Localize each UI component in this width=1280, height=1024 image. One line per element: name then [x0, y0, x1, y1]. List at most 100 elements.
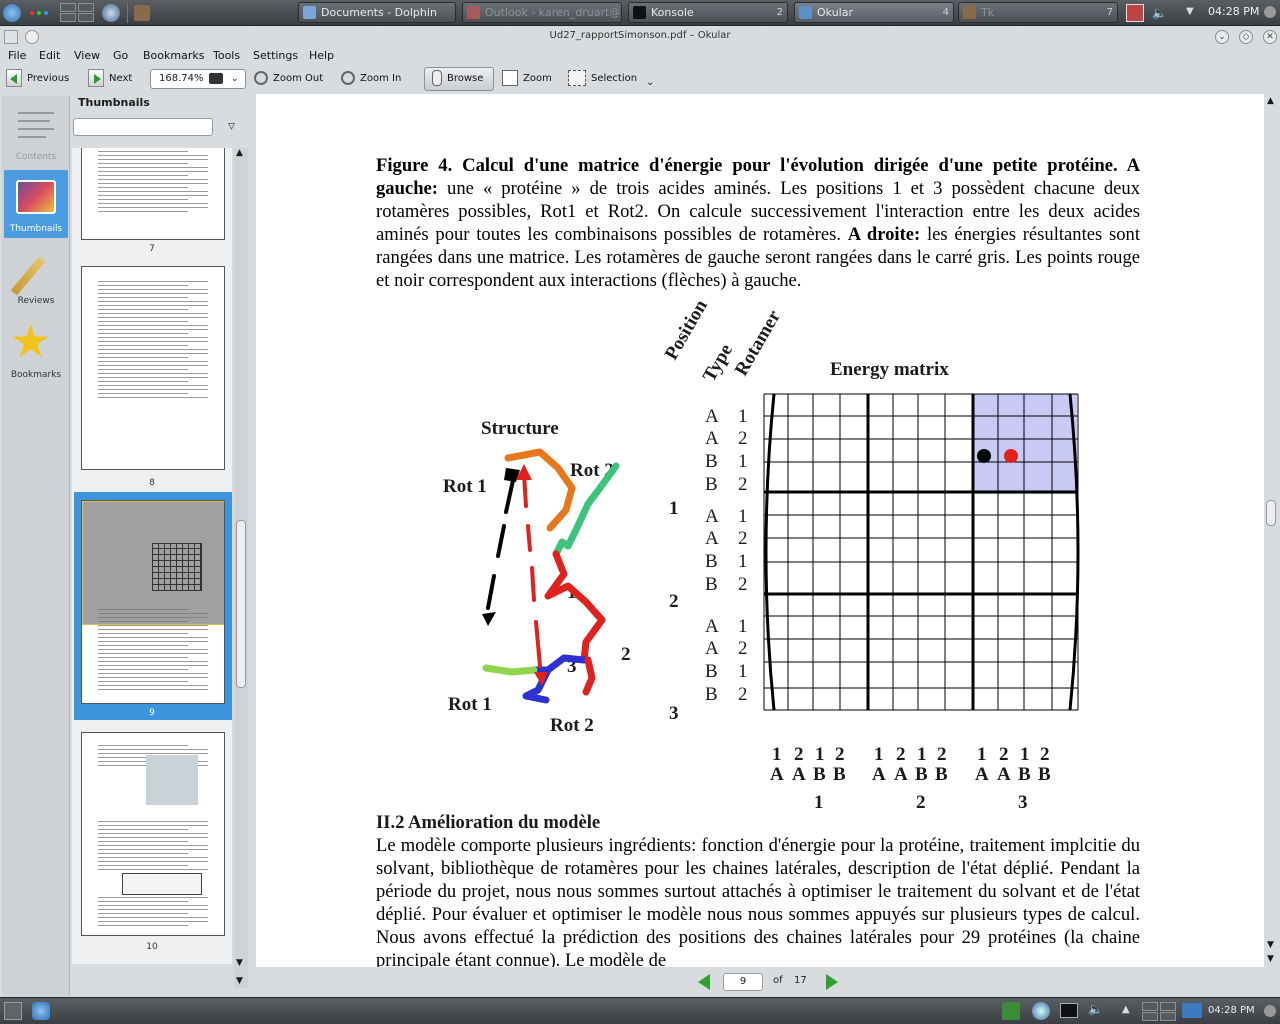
protein-structure-drawing [482, 448, 620, 704]
previous-button[interactable]: Previous [6, 68, 69, 90]
show-desktop-icon[interactable] [4, 1002, 22, 1020]
minimize-button[interactable]: ⌄ [1215, 30, 1229, 44]
terminal-tray-icon[interactable] [1060, 1003, 1078, 1018]
menu-file[interactable]: File [8, 49, 26, 62]
maximize-button[interactable]: ◇ [1239, 30, 1253, 44]
mail-icon[interactable] [1182, 1003, 1202, 1018]
panel-cashew-icon[interactable] [1264, 6, 1276, 18]
kde-menu-icon[interactable] [3, 4, 21, 22]
nav-contents[interactable]: Contents [4, 98, 68, 166]
user-avatar-icon[interactable] [1126, 4, 1144, 22]
scroll-up-icon[interactable]: ▲ [236, 148, 243, 158]
zoom-tool-icon [502, 70, 518, 86]
thumbnail-text-line [98, 365, 208, 366]
app-launcher-icon[interactable] [134, 5, 150, 21]
clock[interactable]: 04:28 PM [1208, 5, 1259, 18]
window-titlebar: Ud27_rapportSimonson.pdf – Okular ⌄ ◇ ✕ [0, 27, 1280, 47]
thumbnail-text-line [98, 637, 208, 638]
rot2-top-sidechain [504, 448, 576, 532]
settings-gear-icon[interactable] [102, 4, 120, 22]
thumbnail-text-line [98, 301, 208, 302]
panel-cashew-icon[interactable] [1264, 1005, 1276, 1017]
scroll-down-icon[interactable]: ▼ [1267, 954, 1274, 964]
thumbnail-text-line [98, 393, 188, 394]
nav-thumbnails[interactable]: Thumbnails [4, 170, 68, 238]
zoom-out-button[interactable]: Zoom Out [254, 68, 323, 90]
page-number-input[interactable]: 9 [723, 973, 763, 991]
next-page-icon[interactable] [826, 974, 838, 990]
menu-bookmarks[interactable]: Bookmarks [143, 49, 204, 62]
tray-expand-icon[interactable]: ▲ [1122, 1004, 1130, 1015]
thumbnail-text-line [98, 909, 208, 910]
next-button[interactable]: Next [88, 68, 132, 90]
bottom-clock[interactable]: 04:28 PM [1208, 1005, 1255, 1016]
document-scrollbar[interactable]: ▲ ▼ ▼ [1264, 94, 1278, 967]
network-icon[interactable] [1002, 1002, 1020, 1020]
zoom-in-button[interactable]: Zoom In [341, 68, 401, 90]
scroll-up-icon[interactable]: ▲ [1267, 96, 1274, 106]
row-type-label: B [705, 451, 718, 472]
clear-icon[interactable] [209, 73, 223, 84]
thumbnail-page-7[interactable] [81, 148, 225, 240]
prev-page-icon[interactable] [698, 974, 710, 990]
thumbnail-text-line [98, 321, 188, 322]
thumbnail-text-line [98, 653, 208, 654]
scrollbar-thumb[interactable] [1266, 500, 1276, 526]
thumbnail-text-line [98, 645, 188, 646]
hand-icon [432, 70, 442, 86]
thumbnail-text-line [98, 289, 208, 290]
thumbnail-list[interactable]: 7 8 9 10 [72, 148, 232, 964]
zoom-value[interactable]: 168.74% [159, 73, 204, 84]
close-button[interactable]: ✕ [1263, 30, 1277, 44]
menu-go[interactable]: Go [113, 49, 128, 62]
globe-icon[interactable] [1032, 1002, 1050, 1020]
nav-bookmarks[interactable]: ★ Bookmarks [4, 316, 68, 384]
thumbnail-search-input[interactable] [73, 118, 213, 136]
thumbnail-page-8[interactable] [81, 266, 225, 470]
scrollbar-thumb[interactable] [236, 520, 246, 688]
thumbnail-text-line [98, 821, 208, 822]
thumbnail-page-10[interactable] [81, 732, 225, 936]
thumbnail-text-line [98, 397, 208, 398]
volume-icon[interactable]: 🔈 [1088, 1002, 1103, 1016]
tray-expand-icon[interactable]: ▼ [1186, 6, 1194, 17]
scroll-down-icon[interactable]: ▼ [236, 976, 243, 986]
kde-menu-icon[interactable] [32, 1002, 50, 1020]
task-okular[interactable]: Okular 4 [794, 2, 954, 23]
menu-view[interactable]: View [74, 49, 100, 62]
row-rotamer-label: 2 [738, 428, 748, 449]
toolbar-overflow-icon[interactable]: ⌄ [646, 77, 654, 88]
scroll-down-icon[interactable]: ▼ [236, 958, 243, 968]
thumbnail-text-line [98, 163, 188, 164]
row-rotamer-label: 2 [738, 684, 748, 705]
nav-reviews[interactable]: Reviews [4, 242, 68, 310]
column-type-label: B [1038, 764, 1051, 785]
document-page-view[interactable]: Figure 4. Calcul d'une matrice d'énergie… [256, 94, 1264, 967]
thumbnail-text-line [98, 641, 208, 642]
thumbnail-text-line [98, 625, 208, 626]
thumbnail-text-line [98, 913, 188, 914]
chevron-down-icon[interactable]: ⌄ [231, 70, 239, 88]
thumbnails-scrollbar[interactable]: ▲ ▼ ▼ [234, 148, 248, 988]
filter-icon[interactable]: ▿ [228, 118, 235, 134]
task-outlook[interactable]: Outlook - karen_druart@... [462, 2, 622, 23]
menu-settings[interactable]: Settings [253, 49, 298, 62]
task-konsole[interactable]: Konsole 2 [628, 2, 788, 23]
menu-edit[interactable]: Edit [39, 49, 60, 62]
zoom-tool-button[interactable]: Zoom [502, 68, 552, 90]
page-of-label: of [773, 975, 783, 986]
volume-icon[interactable]: 🔈 [1152, 6, 1167, 20]
scroll-down-icon[interactable]: ▼ [1267, 940, 1274, 950]
activity-dots-icon[interactable] [30, 9, 50, 17]
menu-tools[interactable]: Tools [213, 49, 240, 62]
selection-tool-button[interactable]: Selection [568, 68, 637, 90]
task-dolphin[interactable]: Documents - Dolphin [298, 2, 456, 23]
thumbnail-page-9[interactable] [81, 500, 225, 704]
thumbnail-text-line [98, 825, 208, 826]
figure-caption: Figure 4. Calcul d'une matrice d'énergie… [376, 155, 1140, 291]
menu-help[interactable]: Help [309, 49, 334, 62]
column-type-label: A [975, 764, 989, 785]
task-tk[interactable]: Tk 7 [958, 2, 1118, 23]
zoom-combo[interactable]: 168.74% ⌄ [150, 69, 246, 89]
thumbnail-text-line [98, 661, 208, 662]
